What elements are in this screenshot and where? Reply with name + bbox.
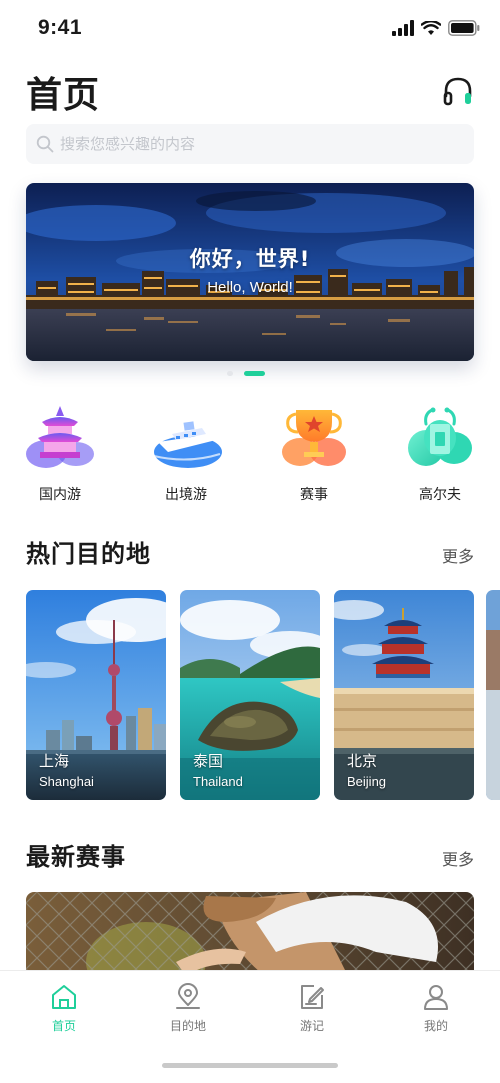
destination-card-next[interactable] <box>486 590 500 800</box>
headset-icon <box>443 77 472 106</box>
category-domestic-travel[interactable]: 国内游 <box>12 404 108 504</box>
location-pin-icon <box>176 983 200 1009</box>
category-grid: 国内游 出境游 赛事 高尔夫 <box>0 404 500 504</box>
wifi-icon <box>421 20 441 35</box>
hot-destinations-more-link[interactable]: 更多 <box>442 543 474 567</box>
cruise-ship-icon <box>153 421 222 468</box>
customer-service-button[interactable] <box>440 74 476 110</box>
destination-name-cn: 上海 <box>39 752 70 770</box>
destination-name-en: Thailand <box>193 774 243 789</box>
category-label: 出境游 <box>165 487 207 503</box>
home-indicator[interactable] <box>162 1063 338 1068</box>
carousel-dot[interactable] <box>227 371 233 376</box>
tab-travel-notes[interactable]: 游记 <box>267 983 357 1034</box>
category-label: 国内游 <box>39 487 81 503</box>
destination-name-cn: 北京 <box>347 752 378 770</box>
latest-events-more-link[interactable]: 更多 <box>442 846 474 870</box>
edit-note-icon <box>301 985 324 1009</box>
status-time: 9:41 <box>38 16 83 39</box>
tab-label: 我的 <box>423 1019 448 1033</box>
tab-destinations[interactable]: 目的地 <box>143 983 233 1034</box>
search-icon <box>36 135 54 153</box>
carousel-pagination <box>0 371 500 377</box>
destination-name-en: Shanghai <box>39 774 94 789</box>
search-input[interactable] <box>60 135 440 153</box>
destination-card-thailand[interactable]: 泰国 Thailand <box>180 590 320 800</box>
banner-carousel[interactable]: 你好，世界! Hello, World! <box>26 183 474 361</box>
battery-icon <box>448 20 480 36</box>
destination-name-en: Beijing <box>347 774 387 789</box>
tab-label: 目的地 <box>169 1019 206 1033</box>
home-icon <box>52 985 76 1009</box>
category-golf[interactable]: 高尔夫 <box>392 404 488 504</box>
latest-events-title: 最新赛事 <box>26 843 126 871</box>
trophy-icon <box>282 410 346 466</box>
bottom-tab-bar: 首页 目的地 游记 我的 <box>0 970 500 1083</box>
banner-subtitle: Hello, World! <box>207 279 293 296</box>
destination-card-shanghai[interactable]: 上海 Shanghai <box>26 590 166 800</box>
tab-label: 首页 <box>51 1019 76 1033</box>
category-label: 高尔夫 <box>419 487 461 503</box>
destination-image <box>486 590 500 800</box>
carousel-dot-active[interactable] <box>244 371 265 376</box>
tab-profile[interactable]: 我的 <box>391 983 481 1034</box>
destination-carousel: 上海 Shanghai 泰国 Thailand 北京 Beijing <box>0 590 500 802</box>
golf-icon <box>408 407 472 466</box>
tab-label: 游记 <box>299 1019 324 1033</box>
search-bar[interactable] <box>26 124 474 164</box>
page-title: 首页 <box>26 75 101 116</box>
status-icons <box>392 20 480 36</box>
banner-title: 你好，世界! <box>189 247 311 271</box>
hot-destinations-title: 热门目的地 <box>26 540 151 568</box>
category-outbound-travel[interactable]: 出境游 <box>138 404 234 504</box>
status-bar: 9:41 <box>0 0 500 60</box>
cellular-signal-icon <box>392 20 414 36</box>
destination-card-beijing[interactable]: 北京 Beijing <box>334 590 474 800</box>
tab-home[interactable]: 首页 <box>19 983 109 1034</box>
pagoda-icon <box>26 406 94 468</box>
category-label: 赛事 <box>300 487 328 503</box>
user-icon <box>424 985 448 1010</box>
category-events[interactable]: 赛事 <box>266 404 362 504</box>
destination-name-cn: 泰国 <box>193 752 224 770</box>
